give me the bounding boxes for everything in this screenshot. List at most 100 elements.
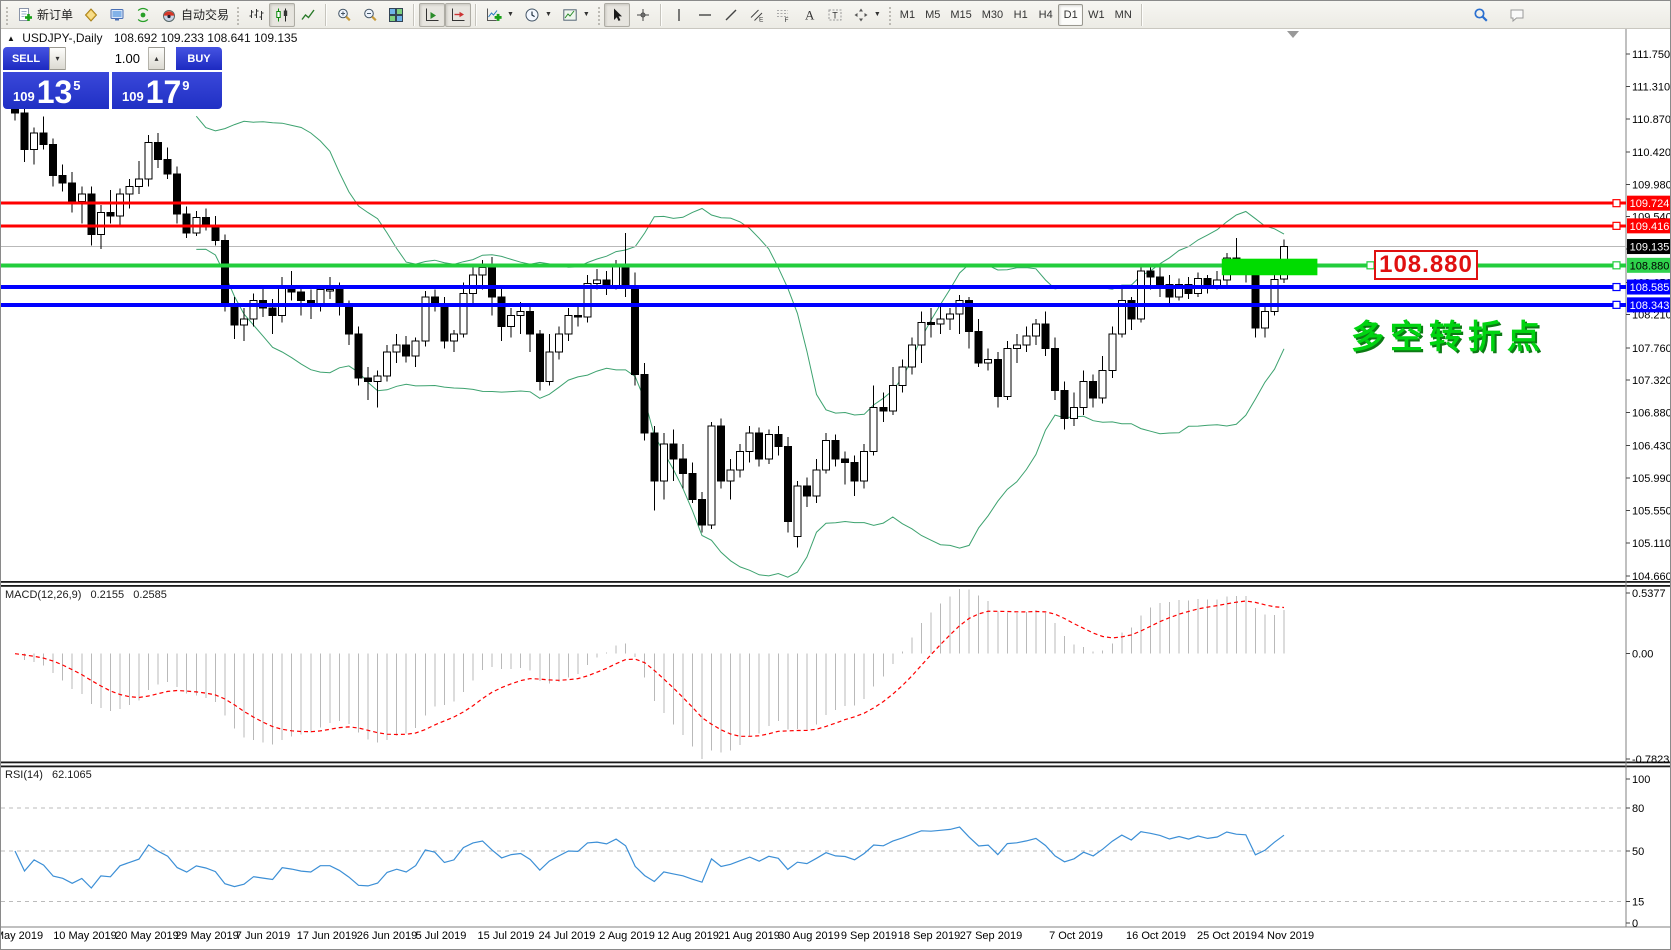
svg-text:29 May 2019: 29 May 2019 [175, 930, 239, 942]
line-handle[interactable] [1613, 200, 1620, 207]
indicators-add-icon [486, 7, 502, 23]
autotrading-label: 自动交易 [181, 6, 229, 23]
volume-stepper: ▾ ▴ [49, 47, 165, 70]
svg-text:110.420: 110.420 [1632, 147, 1671, 159]
bar-chart-button[interactable] [243, 3, 269, 27]
arrows-button[interactable]: ▼ [848, 3, 886, 27]
autotrading-button[interactable]: 自动交易 [156, 3, 234, 27]
templates-button[interactable]: ▼ [557, 3, 595, 27]
line-handle[interactable] [1613, 301, 1620, 308]
equidistant-channel-button[interactable]: E [744, 3, 770, 27]
supply-zone-highlight[interactable] [1222, 259, 1318, 276]
crosshair-button[interactable] [630, 3, 656, 27]
chevron-down-icon: ▼ [545, 11, 552, 18]
line-handle[interactable] [1367, 262, 1374, 269]
buy-price-display[interactable]: 109 17 9 [112, 72, 222, 109]
svg-text:109.135: 109.135 [1630, 242, 1670, 254]
svg-text:25 Oct 2019: 25 Oct 2019 [1197, 930, 1257, 942]
timeframe-w1-button[interactable]: W1 [1083, 4, 1110, 26]
toolbar-drag-handle[interactable] [4, 5, 9, 25]
zoom-in-button[interactable] [331, 3, 357, 27]
chart-shift-button[interactable] [445, 3, 471, 27]
zoom-out-button[interactable] [357, 3, 383, 27]
timeframe-d1-button[interactable]: D1 [1058, 4, 1083, 26]
fibonacci-button[interactable]: F [770, 3, 796, 27]
equidistant-channel-icon: E [749, 7, 765, 23]
svg-text:108.343: 108.343 [1630, 300, 1670, 312]
auto-scroll-button[interactable] [419, 3, 445, 27]
indicators-add-button[interactable]: ▼ [481, 3, 519, 27]
toolbar: 新订单 自动交易 ▼ ▼ ▼ E F AT ▼ M1M5M15M30H1H4D1W1MN [1, 1, 1671, 29]
svg-text:105.550: 105.550 [1632, 506, 1671, 518]
svg-text:15: 15 [1632, 896, 1644, 908]
volume-increase-button[interactable]: ▴ [149, 48, 164, 69]
svg-text:F: F [784, 17, 788, 23]
price-chart-canvas[interactable]: 111.750111.310110.870110.420109.980109.5… [1, 29, 1671, 950]
line-handle[interactable] [1613, 222, 1620, 229]
tile-windows-button[interactable] [383, 3, 409, 27]
timeframe-mn-button[interactable]: MN [1110, 4, 1137, 26]
new-order-button[interactable]: 新订单 [12, 3, 78, 27]
volume-input[interactable] [65, 47, 149, 70]
toolbar-right-icons [1468, 3, 1530, 27]
chart-window[interactable]: 111.750111.310110.870110.420109.980109.5… [1, 29, 1671, 950]
svg-text:0.5377: 0.5377 [1632, 588, 1666, 600]
search-button[interactable] [1468, 3, 1494, 27]
svg-text:20 May 2019: 20 May 2019 [115, 930, 179, 942]
trendline-button[interactable] [718, 3, 744, 27]
toolbar-separator [475, 4, 477, 26]
text-label-icon: T [827, 7, 843, 23]
candlestick-chart-button[interactable] [269, 3, 295, 27]
chat-icon [1509, 7, 1525, 23]
timeframe-m30-button[interactable]: M30 [977, 4, 1008, 26]
cursor-button[interactable] [604, 3, 630, 27]
chevron-down-icon: ▼ [507, 11, 514, 18]
svg-text:0: 0 [1632, 918, 1638, 930]
timeframe-m5-button[interactable]: M5 [920, 4, 945, 26]
sell-pips: 13 [37, 77, 73, 107]
toolbar-separator [413, 4, 415, 26]
svg-text:30 Aug 2019: 30 Aug 2019 [778, 930, 840, 942]
svg-text:12 Aug 2019: 12 Aug 2019 [657, 930, 719, 942]
line-handle[interactable] [1613, 262, 1620, 269]
timeframe-m1-button[interactable]: M1 [895, 4, 920, 26]
buy-pips: 17 [146, 77, 182, 107]
zoom-in-icon [336, 7, 352, 23]
mt4-window: 新订单自动交易▼▼▼EFAT▼M1M5M15M30H1H4D1W1MN 111.… [0, 0, 1671, 950]
toolbar-drag-handle[interactable] [887, 5, 892, 25]
sell-pip-fraction: 5 [73, 78, 80, 93]
volume-decrease-button[interactable]: ▾ [50, 48, 65, 69]
blue-monitor-button[interactable] [104, 3, 130, 27]
toolbar-drag-handle[interactable] [235, 5, 240, 25]
buy-big-figure: 109 [122, 89, 144, 104]
timeframe-m15-button[interactable]: M15 [945, 4, 976, 26]
new-order-icon [17, 7, 33, 23]
chart-shift-icon [450, 7, 466, 23]
svg-text:4 Nov 2019: 4 Nov 2019 [1258, 930, 1314, 942]
timeframe-h1-button[interactable]: H1 [1008, 4, 1033, 26]
vertical-line-button[interactable] [666, 3, 692, 27]
sell-price-display[interactable]: 109 13 5 [3, 72, 109, 109]
svg-text:108.880: 108.880 [1630, 260, 1670, 272]
line-handle[interactable] [1613, 284, 1620, 291]
fibonacci-icon: F [775, 7, 791, 23]
sell-button[interactable]: SELL [3, 47, 49, 70]
svg-text:-0.7823: -0.7823 [1632, 754, 1669, 766]
svg-text:15 Jul 2019: 15 Jul 2019 [478, 930, 535, 942]
green-signal-button[interactable] [130, 3, 156, 27]
periods-clock-button[interactable]: ▼ [519, 3, 557, 27]
text-label-button[interactable]: T [822, 3, 848, 27]
buy-button[interactable]: BUY [176, 47, 222, 70]
sell-big-figure: 109 [13, 89, 35, 104]
svg-text:105.990: 105.990 [1632, 473, 1671, 485]
timeframe-h4-button[interactable]: H4 [1033, 4, 1058, 26]
chat-button[interactable] [1504, 3, 1530, 27]
horizontal-line-button[interactable] [692, 3, 718, 27]
svg-text:7 Oct 2019: 7 Oct 2019 [1049, 930, 1103, 942]
line-chart-button[interactable] [295, 3, 321, 27]
text-button[interactable]: A [796, 3, 822, 27]
toolbar-drag-handle[interactable] [596, 5, 601, 25]
toolbar-separator [325, 4, 327, 26]
yellow-lamp-button[interactable] [78, 3, 104, 27]
auto-scroll-icon [424, 7, 440, 23]
